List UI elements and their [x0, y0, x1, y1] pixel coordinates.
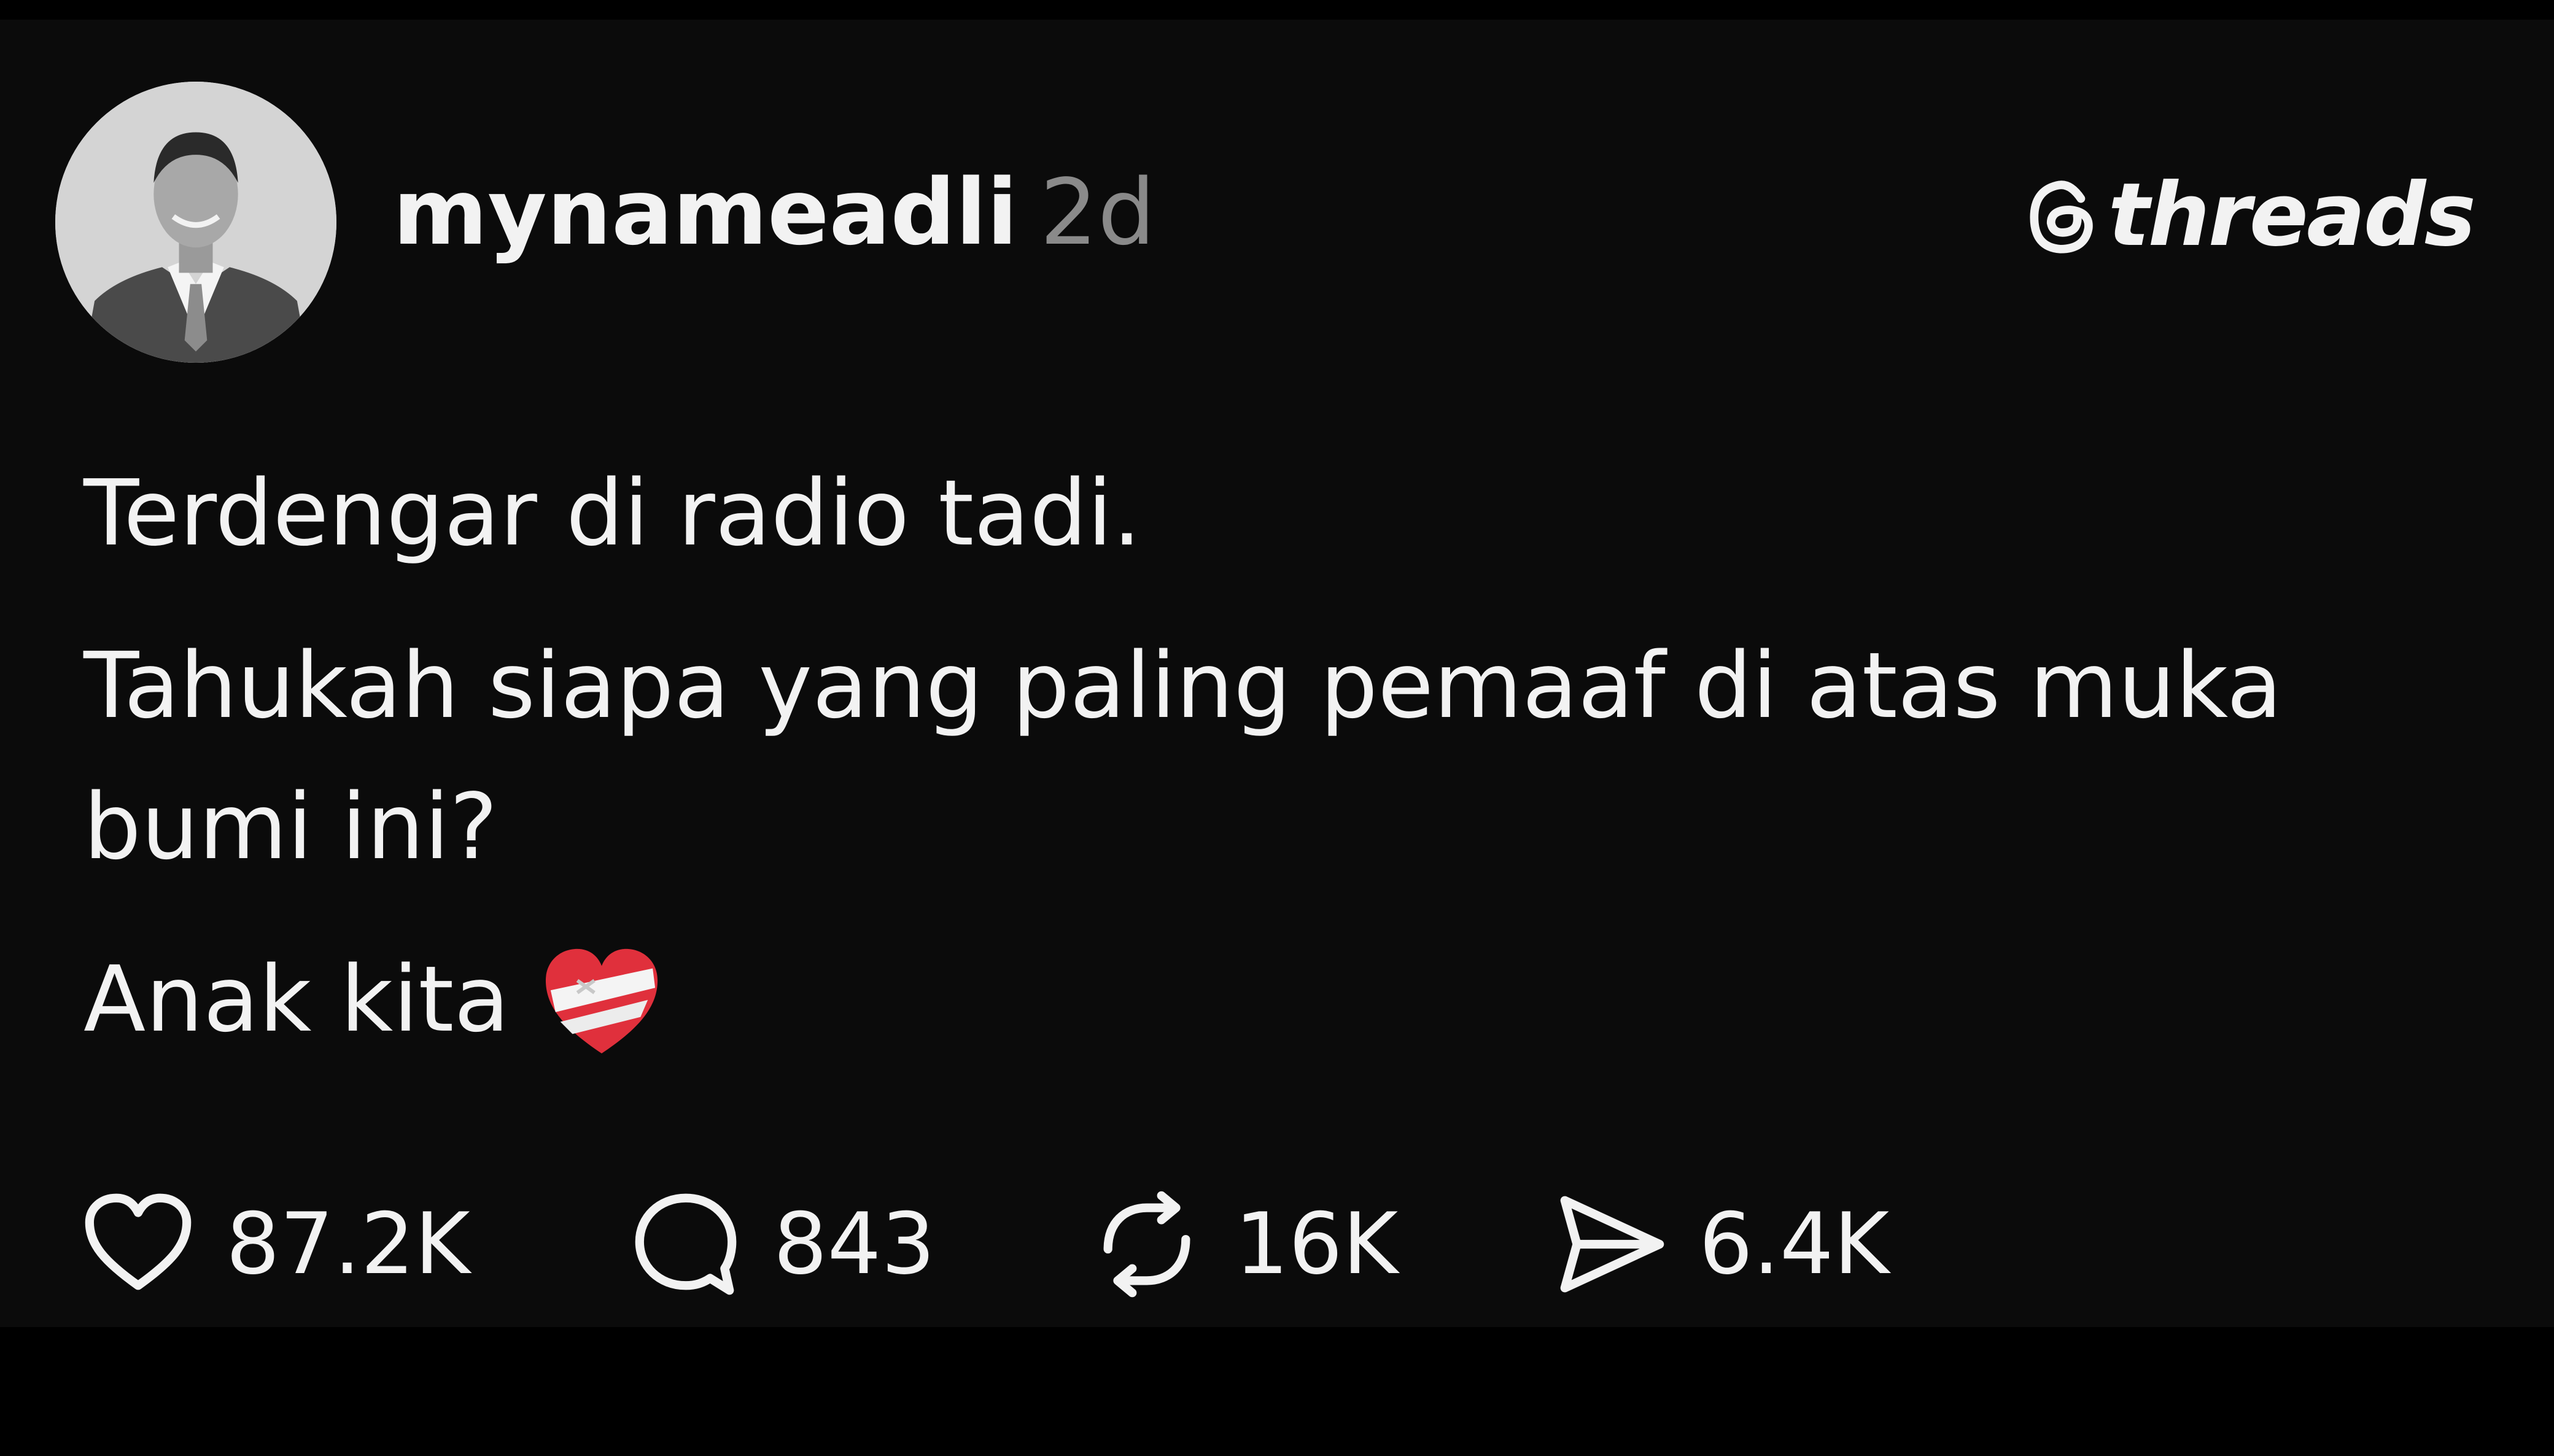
- threads-post-card: mynameadli 2d threads Terdengar di radio …: [0, 20, 2554, 1327]
- post-paragraph: Tahukah siapa yang paling pemaaf di atas…: [83, 633, 2283, 880]
- comment-icon: [635, 1193, 737, 1295]
- repost-count: 16K: [1235, 1195, 1399, 1293]
- post-timestamp: 2d: [1039, 160, 1155, 265]
- like-button[interactable]: 87.2K: [80, 1186, 470, 1303]
- profile-photo: [55, 82, 336, 363]
- send-icon: [1560, 1196, 1664, 1293]
- repost-button[interactable]: 16K: [1089, 1186, 1398, 1303]
- threads-logo-icon: [2030, 180, 2093, 254]
- post-paragraph-text: Anak kita: [83, 947, 510, 1053]
- threads-brand: threads: [2024, 165, 2476, 266]
- like-count: 87.2K: [226, 1195, 470, 1293]
- post-author-line: mynameadli 2d: [393, 167, 1155, 258]
- share-count: 6.4K: [1699, 1195, 1890, 1293]
- mending-heart-emoji: [546, 948, 658, 1053]
- avatar[interactable]: [55, 82, 336, 363]
- repost-icon: [1103, 1191, 1190, 1298]
- post-paragraph: Terdengar di radio tadi.: [83, 460, 1142, 566]
- username[interactable]: mynameadli: [393, 160, 1018, 265]
- threads-wordmark: threads: [2108, 165, 2476, 266]
- share-button[interactable]: 6.4K: [1553, 1186, 1889, 1303]
- reply-count: 843: [773, 1195, 936, 1293]
- post-body: Terdengar di radio tadi. Tahukah siapa y…: [83, 443, 2515, 1102]
- heart-icon: [85, 1193, 192, 1290]
- post-actions: 87.2K 843 16K 6.4K: [80, 1186, 1889, 1303]
- reply-button[interactable]: 843: [627, 1186, 935, 1303]
- post-paragraph-last: Anak kita: [83, 929, 2515, 1070]
